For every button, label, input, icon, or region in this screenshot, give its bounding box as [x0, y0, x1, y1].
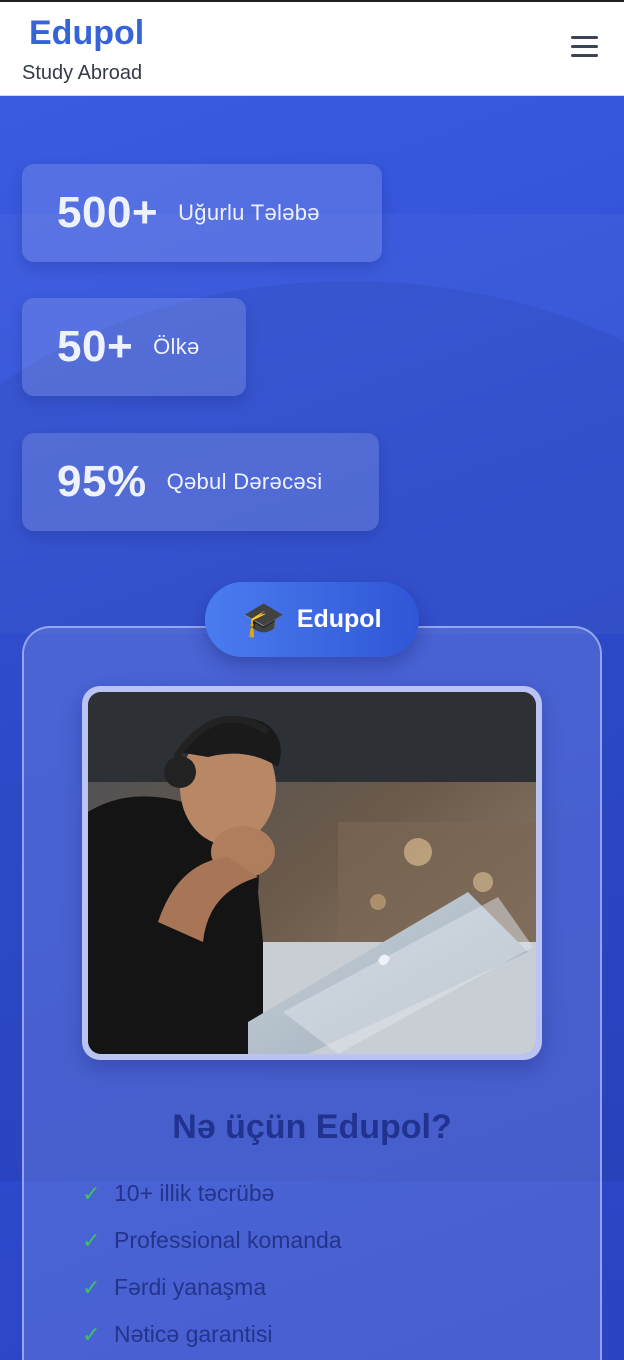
list-item: ✓ 10+ illik təcrübə: [82, 1170, 342, 1217]
stat-number: 500+: [57, 188, 159, 237]
features-list: ✓ 10+ illik təcrübə ✓ Professional koman…: [82, 1170, 342, 1358]
list-item: ✓ Nəticə garantisi: [82, 1311, 342, 1358]
student-photo-frame: [82, 686, 542, 1060]
feature-text: Fərdi yanaşma: [114, 1274, 267, 1300]
why-edupol-heading: Nə üçün Edupol?: [172, 1108, 452, 1146]
student-laptop-photo: [88, 692, 536, 1054]
list-item: ✓ Fərdi yanaşma: [82, 1264, 342, 1311]
check-icon: ✓: [82, 1321, 101, 1347]
brand-logo[interactable]: Edupol: [29, 14, 144, 53]
badge-label: Edupol: [296, 605, 382, 633]
top-navigation-bar: Edupol Study Abroad: [0, 0, 624, 96]
stat-label: Ölkə: [153, 334, 200, 359]
list-item: ✓ Professional komanda: [82, 1217, 342, 1264]
check-icon: ✓: [82, 1180, 101, 1206]
brand-subtitle: Study Abroad: [22, 62, 143, 84]
stat-card-countries: 50+ Ölkə: [22, 298, 246, 396]
stat-card-students: 500+ Uğurlu Tələbə: [22, 164, 382, 262]
check-icon: ✓: [82, 1274, 101, 1300]
feature-text: Nəticə garantisi: [114, 1321, 273, 1347]
check-icon: ✓: [82, 1227, 101, 1253]
hero-section: 500+ Uğurlu Tələbə 50+ Ölkə 95% Qəbul Də…: [0, 96, 624, 1360]
stat-card-acceptance: 95% Qəbul Dərəcəsi: [22, 433, 379, 531]
graduation-cap-icon: 🎓: [242, 600, 285, 639]
stat-label: Qəbul Dərəcəsi: [166, 469, 323, 494]
stat-label: Uğurlu Tələbə: [178, 200, 320, 225]
feature-text: Professional komanda: [114, 1227, 342, 1253]
hamburger-menu-icon[interactable]: [566, 32, 604, 62]
stat-number: 95%: [57, 457, 147, 506]
feature-text: 10+ illik təcrübə: [114, 1180, 275, 1206]
stat-number: 50+: [57, 322, 134, 371]
edupol-badge[interactable]: 🎓 Edupol: [205, 582, 419, 657]
